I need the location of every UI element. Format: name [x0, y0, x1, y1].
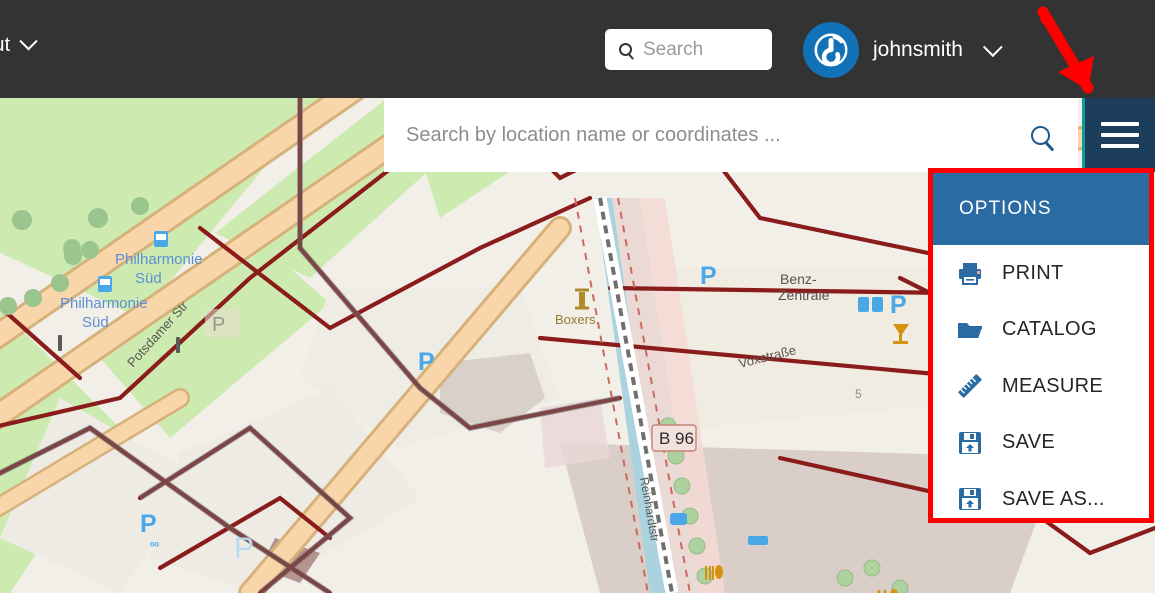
nav-about-menu[interactable]: out [0, 32, 39, 57]
svg-text:P: P [700, 262, 717, 290]
user-account-menu[interactable]: johnsmith [803, 22, 1003, 78]
options-menu-item-label: PRINT [1002, 261, 1064, 284]
options-menu-title: OPTIONS [959, 198, 1052, 219]
options-menu-panel: OPTIONS PRINT CATALOG MEASURE SAVE SAVE … [928, 168, 1154, 523]
chevron-down-icon [982, 37, 1003, 58]
top-header-bar: out Search johnsmith [0, 0, 1155, 98]
svg-text:B 96: B 96 [659, 429, 694, 448]
svg-text:P: P [890, 291, 907, 319]
svg-text:Philharmonie: Philharmonie [60, 295, 148, 312]
options-menu-item-save[interactable]: SAVE [933, 414, 1149, 471]
svg-text:P: P [140, 510, 157, 538]
svg-text:P: P [418, 348, 435, 376]
avatar [803, 22, 859, 78]
username-label: johnsmith [873, 38, 963, 61]
options-menu-item-measure[interactable]: MEASURE [933, 358, 1149, 415]
svg-text:Süd: Süd [135, 270, 162, 287]
svg-text:Benz-: Benz- [780, 271, 817, 287]
search-icon [1030, 125, 1050, 145]
svg-text:5: 5 [855, 387, 862, 401]
location-search-button[interactable] [1002, 98, 1078, 172]
header-search-box[interactable]: Search [605, 29, 772, 70]
search-icon [619, 43, 632, 56]
svg-text:Süd: Süd [82, 314, 109, 331]
ruler-icon [955, 371, 985, 401]
svg-text:Boxers: Boxers [555, 312, 596, 327]
chevron-down-icon [19, 32, 39, 51]
hamburger-menu-icon-bar-2 [1101, 133, 1139, 137]
svg-text:Philharmonie: Philharmonie [115, 251, 203, 268]
options-menu-item-label: SAVE AS... [1002, 487, 1105, 510]
application-window: P P P P P ᵒᵒ P P [0, 0, 1155, 593]
header-search-placeholder: Search [643, 38, 704, 60]
options-menu-item-label: MEASURE [1002, 374, 1104, 397]
options-menu-item-label: SAVE [1002, 431, 1056, 454]
power-logo-icon [814, 33, 848, 67]
svg-text:Zentrale: Zentrale [778, 287, 830, 303]
folder-open-icon [955, 315, 985, 345]
floppy-disk-icon [955, 428, 985, 458]
options-menu-header: OPTIONS [933, 173, 1149, 245]
location-search-bar[interactable] [384, 98, 1078, 172]
options-menu-item-save-as[interactable]: SAVE AS... [933, 471, 1149, 518]
options-menu-item-label: CATALOG [1002, 318, 1097, 341]
svg-text:ᵒᵒ: ᵒᵒ [150, 540, 160, 552]
location-search-input[interactable] [384, 123, 1002, 147]
floppy-disk-icon [955, 484, 985, 514]
hamburger-menu-icon-bar-1 [1101, 122, 1139, 126]
hamburger-menu-button[interactable] [1082, 98, 1155, 172]
svg-text:P: P [234, 532, 254, 565]
hamburger-menu-icon-bar-3 [1101, 144, 1139, 148]
nav-about-label: out [0, 34, 11, 56]
options-menu-item-print[interactable]: PRINT [933, 245, 1149, 302]
options-menu-item-catalog[interactable]: CATALOG [933, 301, 1149, 358]
printer-icon [955, 258, 985, 288]
